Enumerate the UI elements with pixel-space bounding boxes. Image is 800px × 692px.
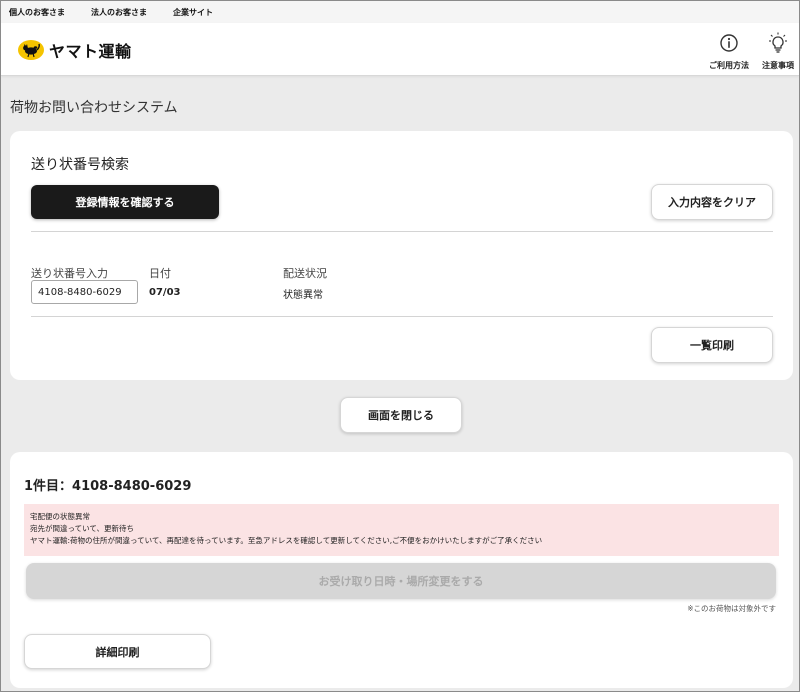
change-delivery-button: お受け取り日時・場所変更をする xyxy=(26,563,776,599)
info-icon xyxy=(719,31,739,55)
usage-label: ご利用方法 xyxy=(709,61,749,70)
tracking-number-input[interactable]: 4108-8480-6029 xyxy=(31,280,138,304)
print-detail-button[interactable]: 詳細印刷 xyxy=(24,634,211,669)
alert-line: 宛先が間違っていて、更新待ち xyxy=(30,524,135,533)
site-header: ヤマト運輸 ご利用方法 注意事項 xyxy=(1,23,799,76)
logo-text: ヤマト運輸 xyxy=(49,42,132,61)
date-value: 07/03 xyxy=(149,287,181,298)
alert-line: 宅配便の状態異常 xyxy=(30,512,90,521)
tracking-number-label: 送り状番号入力 xyxy=(31,267,108,280)
close-screen-button[interactable]: 画面を閉じる xyxy=(340,397,462,433)
black-cat-logo-icon xyxy=(18,40,44,60)
alert-line: ヤマト運輸:荷物の住所が間違っていて、再配達を待っています。至急アドレスを確認し… xyxy=(30,536,543,545)
print-list-button[interactable]: 一覧印刷 xyxy=(651,327,773,363)
browser-frame: 個人のお客さま 法人のお客さま 企業サイト ヤマト運輸 ご利用方法 注意事項 荷… xyxy=(0,0,800,692)
date-label: 日付 xyxy=(149,267,171,280)
delivery-status-label: 配送状況 xyxy=(283,267,327,280)
usage-button[interactable]: ご利用方法 xyxy=(704,31,754,71)
not-applicable-note: ※このお荷物は対象外です xyxy=(687,604,776,613)
section-title: 送り状番号検索 xyxy=(31,157,129,173)
top-links-bar: 個人のお客さま 法人のお客さま 企業サイト xyxy=(1,1,799,23)
result-title: 1件目：4108-8480-6029 xyxy=(24,479,192,494)
notes-label: 注意事項 xyxy=(762,61,794,70)
search-card: 送り状番号検索 登録情報を確認する 入力内容をクリア 送り状番号入力 日付 配送… xyxy=(10,131,793,380)
divider xyxy=(31,231,773,232)
confirm-registration-button[interactable]: 登録情報を確認する xyxy=(31,185,219,219)
divider xyxy=(31,316,773,317)
status-alert: 宅配便の状態異常 宛先が間違っていて、更新待ち ヤマト運輸:荷物の住所が間違って… xyxy=(24,504,779,556)
link-corporate[interactable]: 法人のお客さま xyxy=(91,7,147,18)
link-company-site[interactable]: 企業サイト xyxy=(173,7,213,18)
lightbulb-icon xyxy=(768,31,788,55)
delivery-status-value: 状態異常 xyxy=(283,290,323,301)
yamato-logo[interactable]: ヤマト運輸 xyxy=(18,38,132,62)
link-personal[interactable]: 個人のお客さま xyxy=(9,7,65,18)
result-card: 1件目：4108-8480-6029 宅配便の状態異常 宛先が間違っていて、更新… xyxy=(10,452,793,688)
notes-button[interactable]: 注意事項 xyxy=(753,31,799,71)
clear-input-button[interactable]: 入力内容をクリア xyxy=(651,184,773,220)
page-title: 荷物お問い合わせシステム xyxy=(10,100,178,116)
